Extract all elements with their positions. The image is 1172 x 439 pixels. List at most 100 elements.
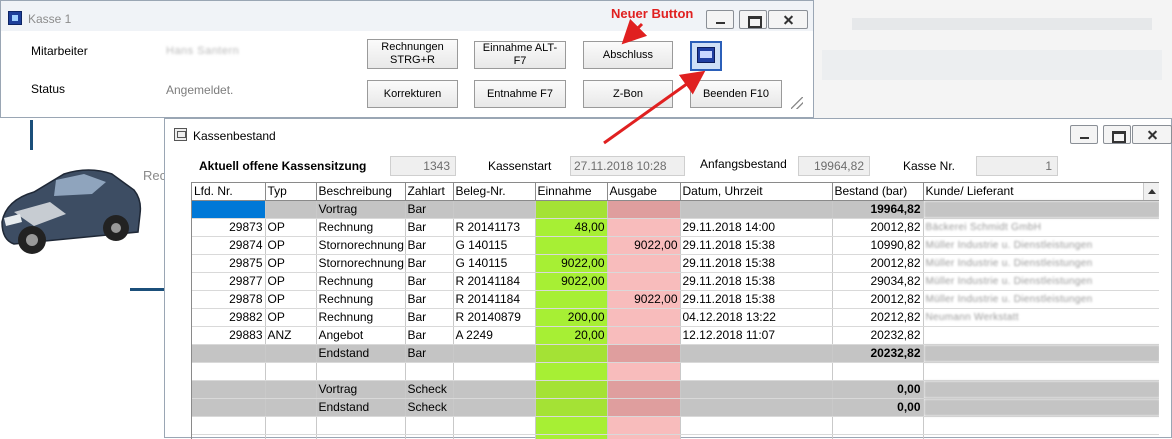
table-row[interactable]: Vortrag Bar 19964,82 [192, 200, 1159, 219]
table-cell-einnahme [535, 362, 608, 381]
table-cell-datum: 29.11.2018 15:38 [680, 236, 833, 255]
table-cell-lfd: 29877 [192, 272, 266, 291]
table-cell-einnahme: 48,00 [535, 218, 608, 237]
kassenbestand-titlebar[interactable]: Kassenbestand [165, 119, 1172, 149]
table-cell-zahlart: Bar [405, 290, 454, 309]
table-cell-beschreibung: Endstand [316, 344, 406, 363]
table-cell-beschreibung [316, 416, 406, 435]
background-divider [30, 120, 33, 150]
table-row[interactable]: Vortrag Scheck 0,00 [192, 380, 1159, 399]
rechnungen-button[interactable]: Rechnungen STRG+R [367, 39, 458, 69]
table-row[interactable] [192, 362, 1159, 381]
table-cell-ausgabe [607, 398, 681, 417]
table-row[interactable]: Endstand Bar 20232,82 [192, 344, 1159, 363]
table-row[interactable]: 29877 OP Rechnung Bar R 20141184 9022,00 29.11… [192, 272, 1159, 291]
einnahme-alt-button[interactable]: Einnahme ALT-F7 [474, 41, 566, 69]
table-cell-zahlart: Bar [405, 272, 454, 291]
table-cell-zahlart: Bar [405, 218, 454, 237]
table-cell-bestand: 29034,82 [832, 272, 924, 291]
scroll-up-icon[interactable] [1143, 183, 1159, 200]
table-cell-beschreibung: Stornorechnung [316, 254, 406, 273]
table-cell-datum: 29.11.2018 14:00 [680, 218, 833, 237]
resize-grip-icon[interactable] [791, 97, 803, 109]
table-row[interactable]: Endstand Scheck 0,00 [192, 398, 1159, 417]
table-cell-kunde [923, 200, 1159, 219]
table-cell-datum [680, 362, 833, 381]
table-cell-datum: 29.11.2018 15:38 [680, 290, 833, 309]
column-header[interactable]: Einnahme [535, 183, 608, 201]
app-icon [8, 11, 22, 25]
table-cell-ausgabe [607, 344, 681, 363]
minimize-icon[interactable] [1070, 125, 1098, 144]
table-cell-bestand: 20012,82 [832, 254, 924, 273]
table-cell-einnahme [535, 380, 608, 399]
column-header[interactable]: Datum, Uhrzeit [680, 183, 833, 201]
close-icon[interactable] [768, 10, 808, 29]
table-cell-beschreibung: Rechnung [316, 272, 406, 291]
table-row[interactable] [192, 416, 1159, 435]
table-cell-datum [680, 200, 833, 219]
table-cell-einnahme: 200,00 [535, 308, 608, 327]
table-cell-typ [265, 416, 317, 435]
column-header[interactable]: Typ [265, 183, 317, 201]
column-header[interactable]: Kunde/ Lieferant [923, 183, 1159, 201]
table-cell-kunde: Neumann Werkstatt [923, 308, 1159, 327]
sitzung-value: 1343 [390, 156, 456, 176]
table-row[interactable]: 29873 OP Rechnung Bar R 20141173 48,00 29.11.2… [192, 218, 1159, 237]
table-cell-lfd [192, 362, 266, 381]
table-cell-typ [265, 344, 317, 363]
column-header[interactable]: Beleg-Nr. [453, 183, 536, 201]
table-row[interactable]: 29883 ANZ Angebot Bar A 2249 20,00 12.12.2018 … [192, 326, 1159, 345]
table-row[interactable]: 29874 OP Stornorechnung Bar G 140115 9022,00 2… [192, 236, 1159, 255]
status-value: Angemeldet. [166, 83, 234, 97]
maximize-icon[interactable] [1103, 125, 1131, 144]
table-row[interactable] [192, 434, 1159, 439]
table-cell-ausgabe: 9022,00 [607, 236, 681, 255]
table-row[interactable]: 29875 OP Stornorechnung Bar G 140115 9022,00 2… [192, 254, 1159, 273]
table-cell-beleg: R 20141173 [453, 218, 536, 237]
kassenbestand-table[interactable]: Lfd. Nr. Typ Beschreibung Zahlart Beleg-… [191, 182, 1159, 439]
zbon-button[interactable]: Z-Bon [583, 80, 673, 108]
table-cell-beschreibung [316, 362, 406, 381]
kassenstart-value: 27.11.2018 10:28 [570, 156, 685, 176]
table-cell-einnahme: 20,00 [535, 326, 608, 345]
car-image [1, 169, 142, 254]
column-header[interactable]: Beschreibung [316, 183, 406, 201]
table-cell-einnahme [535, 290, 608, 309]
column-header[interactable]: Lfd. Nr. [192, 183, 266, 201]
korrekturen-button[interactable]: Korrekturen [367, 80, 458, 108]
window-title: Kasse 1 [28, 12, 72, 26]
beenden-button[interactable]: Beenden F10 [690, 80, 782, 108]
column-header[interactable]: Ausgabe [607, 183, 681, 201]
table-cell-beschreibung: Rechnung [316, 290, 406, 309]
register-icon [174, 128, 187, 141]
table-cell-ausgabe [607, 362, 681, 381]
table-cell-ausgabe [607, 200, 681, 219]
table-cell-einnahme [535, 236, 608, 255]
table-cell-zahlart: Bar [405, 236, 454, 255]
close-icon[interactable] [1132, 125, 1172, 144]
column-header[interactable]: Zahlart [405, 183, 454, 201]
table-cell-kunde [923, 416, 1159, 435]
table-cell-typ: OP [265, 272, 317, 291]
table-cell-ausgabe [607, 254, 681, 273]
table-cell-beleg: R 20141184 [453, 290, 536, 309]
table-cell-kunde: Müller Industrie u. Dienstleistungen [923, 272, 1159, 291]
maximize-icon[interactable] [739, 10, 767, 29]
abschluss-button[interactable]: Abschluss [583, 41, 673, 69]
entnahme-button[interactable]: Entnahme F7 [474, 80, 566, 108]
table-cell-lfd [192, 434, 266, 439]
table-row[interactable]: 29882 OP Rechnung Bar R 20140879 200,00 04.12.… [192, 308, 1159, 327]
new-keyboard-button[interactable] [690, 41, 722, 71]
minimize-icon[interactable] [706, 10, 734, 29]
background-blur [822, 50, 1162, 80]
table-cell-kunde: Müller Industrie u. Dienstleistungen [923, 236, 1159, 255]
status-label: Status [31, 82, 66, 96]
rechnungen-shortcut: STRG+R [390, 54, 435, 66]
table-cell-datum: 04.12.2018 13:22 [680, 308, 833, 327]
table-cell-ausgabe [607, 416, 681, 435]
table-cell-typ: OP [265, 218, 317, 237]
column-header[interactable]: Bestand (bar) [832, 183, 924, 201]
table-cell-beschreibung: Endstand [316, 398, 406, 417]
table-row[interactable]: 29878 OP Rechnung Bar R 20141184 9022,00 29.11… [192, 290, 1159, 309]
